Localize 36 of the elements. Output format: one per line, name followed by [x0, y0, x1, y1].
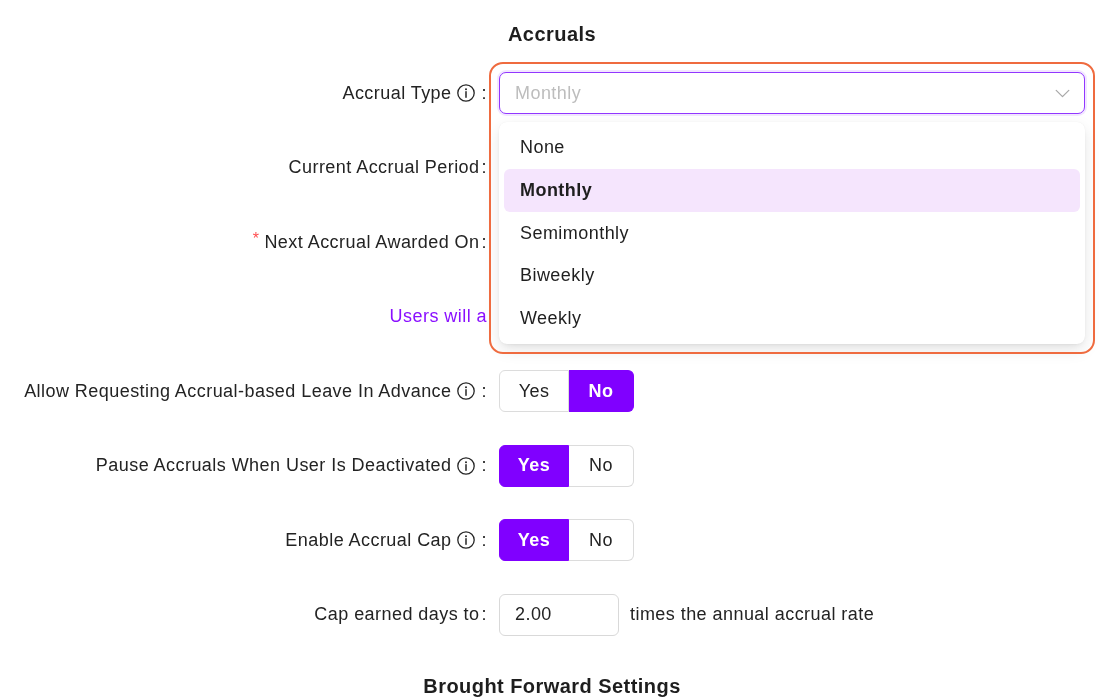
section-title: Accruals [507, 22, 597, 47]
note-text: Users will a [389, 306, 487, 328]
dropdown-option[interactable]: Semimonthly [504, 211, 1080, 255]
label-colon: : [481, 529, 487, 551]
field-label: Cap earned days to [314, 604, 480, 626]
number-field[interactable]: 2.00 [499, 593, 619, 636]
dropdown-option[interactable]: None [504, 126, 1080, 169]
field-label: Next Accrual Awarded On [264, 231, 480, 253]
toggle-option[interactable]: Yes [499, 519, 569, 562]
dropdown-option[interactable]: Weekly [504, 297, 1080, 340]
label-colon: : [481, 455, 487, 477]
info-icon[interactable] [456, 382, 475, 401]
field-label: Allow Requesting Accrual-based Leave In Advance [24, 380, 452, 402]
label-colon: : [481, 380, 487, 402]
field-label: Enable Accrual Cap [285, 529, 452, 551]
field-label: Pause Accruals When User Is Deactivated [95, 455, 452, 477]
dropdown-option[interactable]: Monthly [504, 169, 1080, 212]
field-label: Accrual Type [342, 82, 452, 104]
toggle-option[interactable]: No [569, 370, 634, 413]
label-colon: : [481, 231, 487, 253]
section-title: Brought Forward Settings [423, 675, 681, 697]
label-colon: : [481, 157, 487, 179]
field-label: Current Accrual Period [288, 157, 480, 179]
info-icon[interactable] [456, 456, 475, 475]
toggle-option[interactable]: Yes [499, 370, 569, 413]
info-icon[interactable] [456, 531, 475, 550]
label-colon: : [481, 82, 487, 104]
chevron-down-icon [1055, 88, 1070, 98]
dropdown-option[interactable]: Biweekly [504, 254, 1080, 298]
info-icon[interactable] [456, 84, 475, 103]
required-mark: * [252, 230, 260, 249]
toggle-option[interactable]: No [569, 519, 634, 562]
unit-text: times the annual accrual rate [630, 604, 875, 626]
label-colon: : [481, 604, 487, 626]
toggle-option[interactable]: Yes [499, 444, 569, 487]
toggle-option[interactable]: No [569, 444, 634, 487]
